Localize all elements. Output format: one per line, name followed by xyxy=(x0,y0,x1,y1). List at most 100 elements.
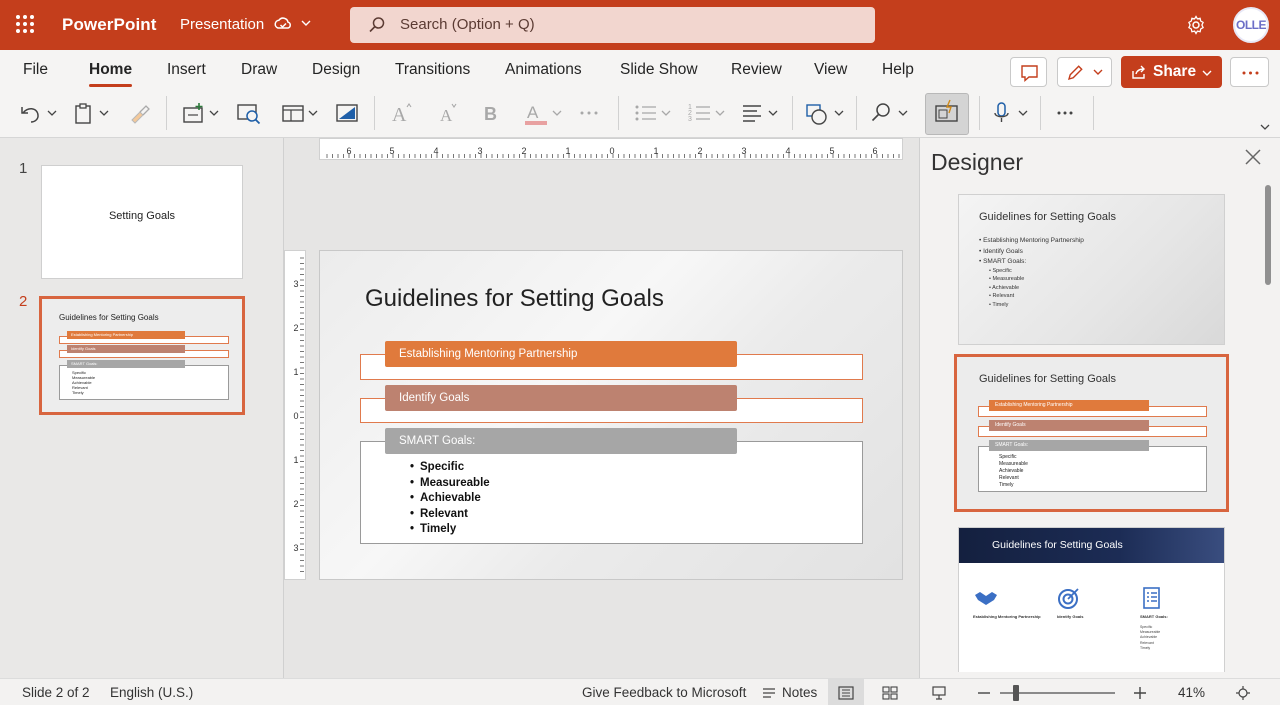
tab-help[interactable]: Help xyxy=(882,61,914,79)
format-painter-icon xyxy=(131,105,150,124)
notes-icon[interactable] xyxy=(762,687,776,699)
zoom-slider-thumb[interactable] xyxy=(1013,685,1019,701)
designer-button[interactable] xyxy=(925,93,969,135)
tab-transitions[interactable]: Transitions xyxy=(395,61,470,79)
chevron-down-icon[interactable] xyxy=(300,17,312,29)
design-title: Guidelines for Setting Goals xyxy=(979,211,1116,223)
design-bullet: Specific xyxy=(999,454,1017,460)
background-icon xyxy=(336,104,358,122)
design-col: Establishing Mentoring Partnership xyxy=(973,614,1041,619)
ribbon-more-button[interactable] xyxy=(1050,98,1080,128)
saved-status-icon[interactable] xyxy=(274,16,292,34)
app-launcher-icon[interactable] xyxy=(16,15,34,33)
design-title: Guidelines for Setting Goals xyxy=(992,539,1123,551)
tab-review[interactable]: Review xyxy=(731,61,782,79)
ribbon-separator xyxy=(1093,96,1094,130)
ruler-label: 6 xyxy=(872,146,877,156)
ribbon-separator xyxy=(1040,96,1041,130)
smart-bullet-list[interactable]: Specific Measureable Achievable Relevant… xyxy=(410,460,490,538)
notes-button[interactable]: Notes xyxy=(782,685,817,700)
ribbon-separator xyxy=(618,96,619,130)
design-col: Identify Goals xyxy=(1057,614,1084,619)
item-identify-goals[interactable]: Identify Goals xyxy=(385,385,737,411)
thumbnail-item: SMART Goals: xyxy=(67,360,185,368)
numbering-button[interactable]: 123 xyxy=(686,98,730,128)
item-smart-goals[interactable]: SMART Goals: xyxy=(385,428,737,454)
design-line: • Identify Goals xyxy=(979,247,1023,255)
document-name[interactable]: Presentation xyxy=(180,16,264,33)
avatar[interactable]: OLLE xyxy=(1233,7,1269,43)
design-option-1[interactable]: Guidelines for Setting Goals • Establish… xyxy=(958,194,1225,345)
tab-file[interactable]: File xyxy=(23,61,48,79)
slide-sorter-icon[interactable] xyxy=(882,686,898,700)
design-bullet: Timely xyxy=(999,482,1014,488)
svg-text:3: 3 xyxy=(688,116,692,123)
bold-button[interactable]: B xyxy=(478,98,506,128)
font-color-button[interactable]: A xyxy=(522,98,566,128)
search-box[interactable]: Search (Option + Q) xyxy=(350,7,875,43)
tab-insert[interactable]: Insert xyxy=(167,61,206,79)
svg-text:B: B xyxy=(484,104,497,124)
new-slide-button[interactable] xyxy=(180,98,224,128)
increase-font-button[interactable]: A xyxy=(388,98,416,128)
normal-view-icon[interactable] xyxy=(838,686,854,700)
increase-font-icon: A xyxy=(392,103,412,126)
slide-title[interactable]: Guidelines for Setting Goals xyxy=(365,285,664,313)
tab-slide-show[interactable]: Slide Show xyxy=(620,61,698,79)
layout-button[interactable] xyxy=(280,98,324,128)
chevron-down-icon[interactable] xyxy=(1259,121,1271,133)
tab-design[interactable]: Design xyxy=(312,61,360,79)
vertical-ruler: 3 2 1 0 1 2 3 xyxy=(284,250,306,580)
slide[interactable]: Guidelines for Setting Goals Establishin… xyxy=(319,250,903,580)
bullets-button[interactable] xyxy=(632,98,676,128)
slide-indicator: Slide 2 of 2 xyxy=(22,685,90,700)
settings-gear-icon[interactable] xyxy=(1186,15,1206,35)
language-indicator[interactable]: English (U.S.) xyxy=(110,685,193,700)
paste-button[interactable] xyxy=(72,98,116,128)
fit-to-window-icon[interactable] xyxy=(1235,685,1251,701)
feedback-link[interactable]: Give Feedback to Microsoft xyxy=(582,685,746,700)
share-button[interactable]: Share xyxy=(1121,56,1222,88)
status-bar: Slide 2 of 2 English (U.S.) Give Feedbac… xyxy=(0,678,1280,705)
editing-mode-button[interactable] xyxy=(1057,57,1112,87)
ruler-label: 1 xyxy=(565,146,570,156)
bullets-icon xyxy=(635,105,671,121)
format-background-button[interactable] xyxy=(334,98,362,128)
tab-view[interactable]: View xyxy=(814,61,847,79)
design-option-2[interactable]: Guidelines for Setting Goals Establishin… xyxy=(954,354,1229,512)
search-icon xyxy=(369,17,385,33)
tab-draw[interactable]: Draw xyxy=(241,61,277,79)
ruler-label: 0 xyxy=(609,146,614,156)
close-icon[interactable] xyxy=(1243,147,1263,167)
design-line: • Establishing Mentoring Partnership xyxy=(979,237,1084,244)
decrease-font-button[interactable]: A xyxy=(434,98,462,128)
app-name[interactable]: PowerPoint xyxy=(62,15,157,35)
ruler-label: 3 xyxy=(293,279,298,289)
slide-number: 2 xyxy=(19,293,28,310)
zoom-out-icon[interactable] xyxy=(977,686,991,700)
more-font-options-button[interactable] xyxy=(576,98,604,128)
format-painter-button[interactable] xyxy=(126,98,154,128)
dictate-button[interactable] xyxy=(990,98,1034,128)
shapes-button[interactable] xyxy=(804,98,848,128)
reading-view-icon[interactable] xyxy=(931,685,947,701)
slide-thumbnail-1[interactable]: Setting Goals xyxy=(41,165,243,279)
zoom-level[interactable]: 41% xyxy=(1178,685,1205,700)
designer-scrollbar[interactable] xyxy=(1265,185,1271,285)
undo-button[interactable] xyxy=(16,98,60,128)
tab-home[interactable]: Home xyxy=(89,61,133,87)
slide-thumbnail-2[interactable]: Guidelines for Setting Goals Establishin… xyxy=(39,296,245,415)
zoom-in-icon[interactable] xyxy=(1133,686,1147,700)
more-options-button[interactable] xyxy=(1230,57,1269,87)
align-button[interactable] xyxy=(740,98,784,128)
design-option-3[interactable]: Guidelines for Setting Goals Establishin… xyxy=(958,527,1225,672)
horizontal-ruler: 6 5 4 3 2 1 0 1 2 3 4 5 6 xyxy=(319,138,903,160)
item-establishing-partnership[interactable]: Establishing Mentoring Partnership xyxy=(385,341,737,367)
design-text: • Establishing Mentoring Partnership • I… xyxy=(979,236,1084,268)
thumbnail-title: Guidelines for Setting Goals xyxy=(59,313,159,322)
comments-button[interactable] xyxy=(1010,57,1047,87)
thumbnail-bullets: Specific Measureable Achievable Relevant… xyxy=(72,370,95,395)
reuse-slides-button[interactable] xyxy=(236,98,264,128)
tab-animations[interactable]: Animations xyxy=(505,61,582,79)
find-button[interactable] xyxy=(868,98,912,128)
